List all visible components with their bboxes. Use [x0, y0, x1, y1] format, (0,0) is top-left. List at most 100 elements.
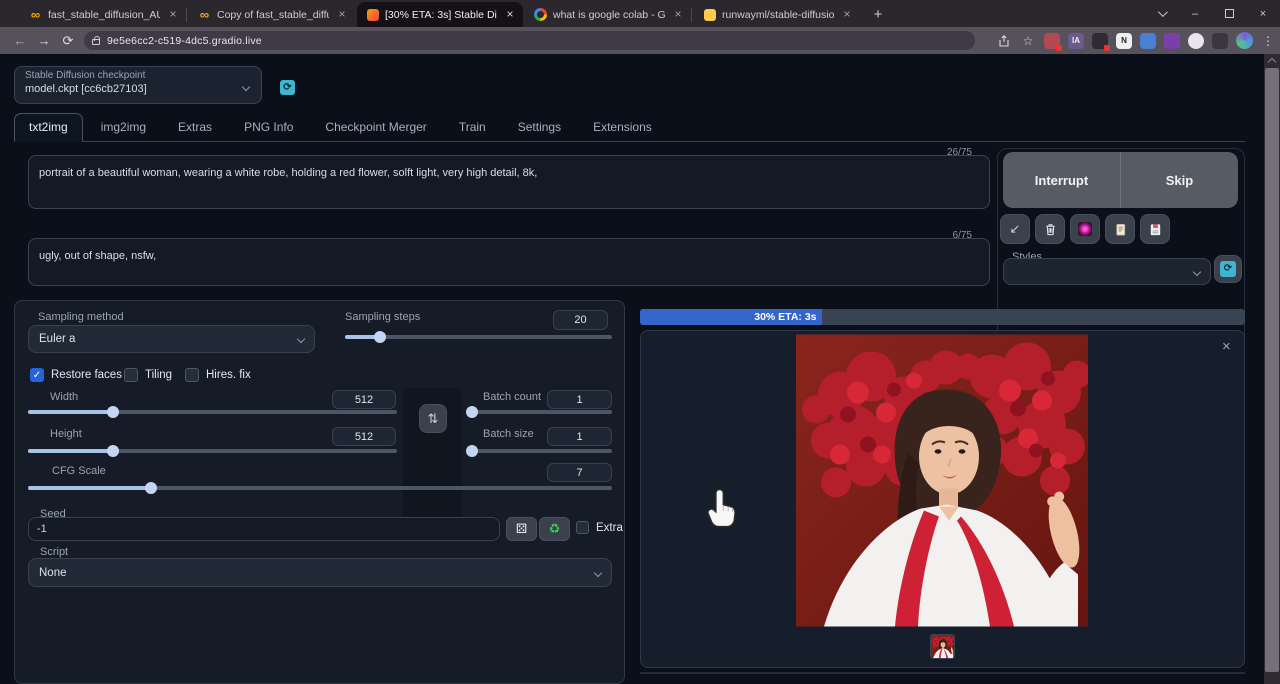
profile-avatar[interactable] — [1232, 27, 1256, 54]
tab-close-icon[interactable]: × — [503, 8, 517, 22]
extension-icon-1[interactable] — [1040, 27, 1064, 54]
new-tab-button[interactable]: + — [866, 3, 890, 27]
extension-icon-5[interactable] — [1136, 27, 1160, 54]
tab-settings[interactable]: Settings — [504, 114, 575, 141]
restore-faces-label: Restore faces — [51, 369, 122, 381]
forward-icon[interactable]: → — [32, 33, 56, 48]
recycle-icon: ♻ — [549, 521, 561, 537]
reload-icon[interactable]: ⟳ — [56, 33, 80, 49]
sampling-steps-slider[interactable] — [345, 331, 612, 343]
sampling-steps-value[interactable]: 20 — [553, 310, 608, 330]
slider-handle[interactable] — [466, 445, 478, 457]
window-minimize-button[interactable]: – — [1178, 0, 1212, 27]
styles-dropdown[interactable] — [1003, 258, 1211, 285]
refresh-checkpoint-button[interactable]: ⟳ — [280, 80, 295, 95]
negative-prompt-input[interactable]: ugly, out of shape, nsfw, — [28, 238, 990, 286]
restore-faces-option[interactable]: ✓ Restore faces — [30, 368, 122, 382]
tab-search-icon[interactable] — [1144, 0, 1178, 27]
chevron-down-icon — [297, 335, 305, 343]
sampling-steps-label: Sampling steps — [345, 311, 420, 323]
browser-tab-1[interactable]: ∞ fast_stable_diffusion_AUTOMA × — [20, 2, 186, 27]
extension-icon-2[interactable]: IA — [1064, 27, 1088, 54]
browser-tab-4[interactable]: what is google colab - Googl × — [525, 2, 691, 27]
window-maximize-button[interactable] — [1212, 0, 1246, 27]
tab-extensions[interactable]: Extensions — [579, 114, 666, 141]
cfg-scale-slider[interactable] — [28, 482, 612, 494]
browser-tab-5[interactable]: runwayml/stable-diffusion-v1 × — [694, 2, 860, 27]
extension-icon-4[interactable]: N — [1112, 27, 1136, 54]
scrollbar-thumb[interactable] — [1265, 68, 1279, 672]
reuse-seed-button[interactable]: ♻ — [539, 517, 570, 541]
bookmark-star-icon[interactable]: ☆ — [1016, 27, 1040, 54]
random-seed-button[interactable]: ⚄ — [506, 517, 537, 541]
extensions-puzzle-icon[interactable] — [1184, 27, 1208, 54]
tab-train[interactable]: Train — [445, 114, 500, 141]
apply-style-button[interactable] — [1105, 214, 1135, 244]
extension-icon-3[interactable] — [1088, 27, 1112, 54]
checkpoint-value: model.ckpt [cc6cb27103] — [25, 83, 251, 95]
prompt-input[interactable]: portrait of a beautiful woman, wearing a… — [28, 155, 990, 209]
height-value[interactable]: 512 — [332, 427, 396, 446]
generated-image-preview[interactable] — [796, 334, 1088, 627]
width-slider[interactable] — [28, 406, 397, 418]
script-dropdown[interactable]: None — [28, 558, 612, 587]
window-close-button[interactable]: × — [1246, 0, 1280, 27]
extra-seed-option[interactable]: Extra — [576, 521, 623, 534]
chevron-down-icon — [594, 568, 602, 576]
tab-checkpoint-merger[interactable]: Checkpoint Merger — [311, 114, 440, 141]
batch-size-value[interactable]: 1 — [547, 427, 612, 446]
tab-close-icon[interactable]: × — [335, 8, 349, 22]
scroll-up-arrow[interactable] — [1264, 54, 1280, 67]
extension-icon-6[interactable] — [1160, 27, 1184, 54]
extra-networks-button[interactable] — [1070, 214, 1100, 244]
tab-close-icon[interactable]: × — [166, 8, 180, 22]
paste-arrow-icon: ↙ — [1010, 221, 1021, 237]
cfg-scale-value[interactable]: 7 — [547, 463, 612, 482]
browser-menu-icon[interactable]: ⋮ — [1256, 27, 1280, 54]
tab-extras[interactable]: Extras — [164, 114, 226, 141]
paste-params-button[interactable]: ↙ — [1000, 214, 1030, 244]
save-style-button[interactable] — [1140, 214, 1170, 244]
seed-input[interactable] — [28, 517, 500, 541]
tiling-checkbox[interactable] — [124, 368, 138, 382]
clear-prompt-button[interactable] — [1035, 214, 1065, 244]
slider-handle[interactable] — [107, 445, 119, 457]
slider-handle[interactable] — [145, 482, 157, 494]
tab-close-icon[interactable]: × — [840, 8, 854, 22]
tab-png-info[interactable]: PNG Info — [230, 114, 307, 141]
slider-handle[interactable] — [107, 406, 119, 418]
tiling-option[interactable]: Tiling — [124, 368, 172, 382]
back-icon[interactable]: ← — [8, 33, 32, 48]
tab-close-icon[interactable]: × — [671, 8, 685, 22]
url-text[interactable]: 9e5e6cc2-c519-4dc5.gradio.live — [107, 35, 262, 47]
slider-handle[interactable] — [374, 331, 386, 343]
swap-dimensions-button[interactable]: ⇅ — [419, 404, 447, 433]
slider-handle[interactable] — [466, 406, 478, 418]
gallery-thumbnail[interactable] — [930, 634, 955, 659]
height-slider[interactable] — [28, 445, 397, 457]
tab-txt2img[interactable]: txt2img — [14, 113, 83, 142]
sampling-method-dropdown[interactable]: Euler a — [28, 325, 315, 353]
skip-button[interactable]: Skip — [1121, 152, 1238, 208]
extra-seed-checkbox[interactable] — [576, 521, 589, 534]
url-bar[interactable]: 9e5e6cc2-c519-4dc5.gradio.live — [84, 31, 975, 50]
tab-img2img[interactable]: img2img — [87, 114, 160, 141]
refresh-styles-button[interactable]: ⟳ — [1214, 255, 1242, 283]
hires-fix-option[interactable]: Hires. fix — [185, 368, 251, 382]
restore-faces-checkbox[interactable]: ✓ — [30, 368, 44, 382]
interrupt-skip-group: Interrupt Skip — [1003, 152, 1238, 208]
browser-tab-3-active[interactable]: [30% ETA: 3s] Stable Diffusion × — [357, 2, 523, 27]
page-scrollbar[interactable] — [1264, 54, 1280, 684]
share-icon[interactable] — [992, 27, 1016, 54]
batch-size-slider[interactable] — [468, 445, 612, 457]
sidebar-icon[interactable] — [1208, 27, 1232, 54]
browser-tab-2[interactable]: ∞ Copy of fast_stable_diffusion_ × — [189, 2, 355, 27]
tiling-label: Tiling — [145, 369, 172, 381]
close-preview-icon[interactable]: × — [1222, 338, 1231, 355]
batch-count-slider[interactable] — [468, 406, 612, 418]
checkpoint-dropdown[interactable]: Stable Diffusion checkpoint model.ckpt [… — [14, 66, 262, 104]
interrupt-button[interactable]: Interrupt — [1003, 152, 1120, 208]
browser-toolbar: ← → ⟳ 9e5e6cc2-c519-4dc5.gradio.live ☆ I… — [0, 27, 1280, 54]
hires-fix-checkbox[interactable] — [185, 368, 199, 382]
gradio-icon — [366, 8, 379, 21]
